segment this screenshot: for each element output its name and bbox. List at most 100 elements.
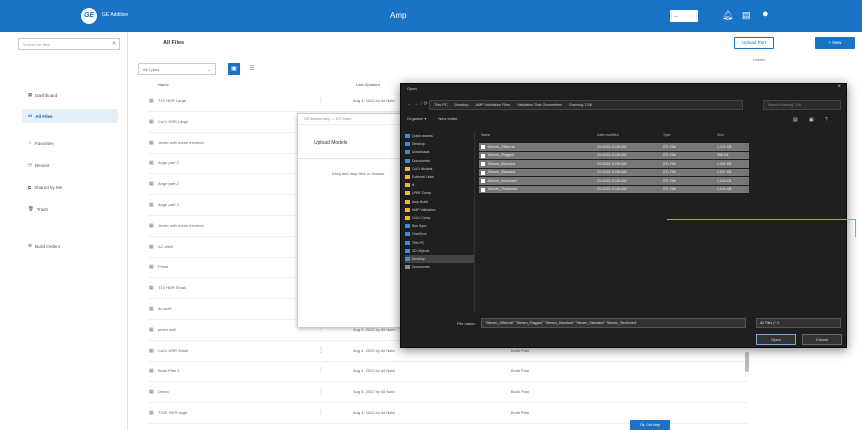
sidebar-item-recent[interactable]: ◷ Recent — [22, 158, 118, 172]
nav-tree-item[interactable]: Downloads — [405, 148, 474, 156]
close-icon[interactable]: × — [837, 84, 841, 90]
column-header-name[interactable]: Name — [158, 82, 169, 87]
file-col-name[interactable]: Name — [481, 133, 490, 137]
file-row[interactable]: Stenen_Standard 2/1/2022 10:55 AM STL File… — [479, 160, 749, 168]
breadcrumb-segment[interactable]: Validation Test Geometries — [517, 103, 562, 107]
nav-tree-label: CoCr Models — [412, 166, 433, 171]
more-options-icon[interactable]: ⋮ — [318, 347, 324, 354]
new-folder-button[interactable]: New folder — [438, 116, 457, 121]
dialog-title: Open — [407, 86, 417, 91]
nav-tree-item[interactable]: 3D Objects — [405, 247, 474, 255]
file-open-dialog: Open × ← → ↑ ⟳ This PC Desktop AMP Validat… — [400, 83, 847, 348]
row-name: T10 HDR Small — [158, 285, 186, 291]
column-header-updated[interactable]: Last Updated — [356, 82, 380, 87]
nav-tree-label: External Links — [412, 175, 434, 180]
file-col-type[interactable]: Type — [663, 133, 671, 137]
view-options-icon[interactable]: ▤ — [793, 117, 798, 123]
file-row[interactable]: Stenen_Offset.stl 2/1/2022 10:55 AM STL Fi… — [479, 143, 749, 151]
sidebar-item-label: Trash — [36, 206, 49, 212]
folder-icon: ▣ — [231, 66, 237, 72]
nav-tree-item[interactable]: Documents — [405, 263, 474, 271]
nav-tree: Quick access Desktop Downloads Documents CoC… — [405, 132, 475, 312]
breadcrumb-segment[interactable]: Desktop — [455, 103, 469, 107]
sidebar-item-trash[interactable]: 🗑︎ Trash — [22, 202, 118, 216]
more-options-icon[interactable]: ⋮ — [318, 97, 324, 104]
nav-tree-item[interactable]: Quick access — [405, 132, 474, 140]
stl-file-icon — [481, 145, 485, 149]
search-input[interactable]: Search for files ⌕ — [18, 38, 120, 50]
folder-icon — [405, 199, 410, 204]
list-icon: ☰ — [249, 66, 255, 72]
nav-tree-item[interactable]: LPBF Comp — [405, 189, 474, 197]
file-row[interactable]: Stenen_Thickened 2/1/2022 10:55 AM STL Fil… — [479, 185, 749, 193]
file-icon: ▦ — [149, 139, 154, 146]
nav-tree-item[interactable]: CoCr Models — [405, 165, 474, 173]
nav-tree-item[interactable]: Box Sync — [405, 222, 474, 230]
app-title: Amp — [390, 11, 407, 20]
nav-tree-item[interactable]: Desktop — [405, 254, 474, 263]
more-options-icon[interactable]: ⋮ — [318, 409, 324, 416]
chat-icon[interactable]: ▤ — [742, 9, 751, 21]
nav-tree-item[interactable]: ili — [405, 181, 474, 189]
nav-tree-item[interactable]: AMP Validation — [405, 206, 474, 214]
table-row[interactable]: ▦ Demo ⋮ Aug 5, 2022 by Ali Nabi Build Plan — [148, 383, 748, 404]
grid-view-button[interactable]: ▣ — [228, 63, 240, 75]
nav-tree-label: Quick access — [412, 134, 433, 139]
file-row[interactable]: Stenen_Flagged 2/1/2022 10:55 AM STL File 9… — [479, 151, 749, 159]
user-icon[interactable]: ● — [762, 8, 769, 20]
file-col-size[interactable]: Size — [717, 133, 724, 137]
nav-tree-label: AMP Validation — [412, 207, 436, 212]
address-bar[interactable]: This PC Desktop AMP Validation Files Valida… — [429, 100, 743, 110]
help-icon[interactable]: ? — [825, 117, 828, 123]
search-icon[interactable]: ⌕ — [112, 40, 116, 48]
scrollbar[interactable] — [745, 352, 749, 372]
table-row[interactable]: ▦ Build Plan 2 ⋮ Aug 4, 2022 by Ali Nabi Bui… — [148, 362, 748, 383]
more-options-icon[interactable]: ⋮ — [318, 388, 324, 395]
nav-tree-item[interactable]: Amp Build — [405, 198, 474, 206]
row-name: Ar shell — [158, 306, 172, 311]
nav-tree-item[interactable]: External Links — [405, 173, 474, 181]
file-icon: ▦ — [149, 160, 154, 167]
nav-tree-item[interactable]: CoCr Comp — [405, 214, 474, 222]
dialog-search-input[interactable]: Search Running T-06 — [763, 100, 841, 110]
open-button[interactable]: Open — [756, 334, 796, 345]
nav-tree-label: OneDrive — [412, 232, 427, 237]
file-name: Stenen_Flagged — [488, 153, 514, 157]
more-options-icon[interactable]: ⋮ — [318, 367, 324, 374]
upload-part-button[interactable]: Upload Part — [734, 37, 774, 49]
sidebar-item-shared[interactable]: ⧉ Shared by Me — [22, 180, 118, 194]
sidebar-item-label: Recent — [34, 162, 50, 168]
nav-tree-item[interactable]: OneDrive — [405, 230, 474, 238]
new-button[interactable]: + New — [815, 37, 855, 49]
row-name: T10 HDR Large — [158, 98, 187, 103]
file-type: STL File — [663, 144, 676, 149]
sidebar-item-all-files[interactable]: ▭ All Files — [22, 109, 118, 123]
row-type: Build Plan — [511, 368, 530, 374]
breadcrumb-segment[interactable]: AMP Validation Files — [475, 103, 510, 107]
workspace-selector[interactable]: — — [670, 10, 698, 22]
file-row[interactable]: Stenen_Sectioned 2/1/2022 10:55 AM STL Fil… — [479, 177, 749, 185]
list-view-button[interactable]: ☰ — [246, 63, 258, 75]
bell-icon[interactable]: 🔔︎ — [722, 9, 733, 21]
file-type-select[interactable]: All Files (*.*) — [756, 318, 841, 328]
nav-tree-item[interactable]: Documents — [405, 157, 474, 165]
nav-tree-item[interactable]: Desktop — [405, 140, 474, 148]
file-col-date[interactable]: Date modified — [597, 133, 619, 137]
cancel-button[interactable]: Cancel — [802, 334, 842, 345]
file-name-label: File name: — [457, 321, 476, 326]
file-type: STL File — [663, 187, 676, 191]
sidebar-item-favorites[interactable]: ☆ Favorites — [22, 136, 118, 150]
nav-arrows[interactable]: ← → ↑ ⟳ — [407, 101, 428, 107]
folder-icon — [405, 175, 410, 180]
breadcrumb-segment[interactable]: This PC — [434, 103, 448, 107]
file-row[interactable]: Stenen_Standard 2/1/2022 10:55 AM STL File… — [479, 168, 749, 176]
breadcrumb-segment[interactable]: Running T-06 — [569, 103, 592, 107]
help-tooltip-button[interactable]: Ok, Got Help — [630, 420, 670, 430]
type-filter-select[interactable]: All Types ⌄ — [138, 63, 216, 75]
sidebar-item-build-orders[interactable]: ⚙ Build Orders — [22, 239, 118, 253]
organize-menu[interactable]: Organize ▾ — [407, 116, 426, 121]
sidebar-item-dashboard[interactable]: ▦ Dashboard — [22, 88, 118, 102]
nav-tree-item[interactable]: This PC — [405, 238, 474, 246]
preview-pane-icon[interactable]: ▣ — [809, 117, 814, 123]
file-name-input[interactable]: "Stenen_Offset.stl" "Stenen_Flagged" "St… — [481, 318, 746, 328]
